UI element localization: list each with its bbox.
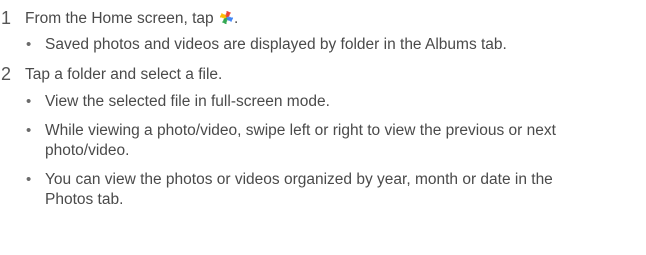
bullet-dot: • (26, 36, 32, 53)
step-instruction-text: Tap a folder and select a file. (25, 66, 223, 83)
bullet-text: You can view the photos or videos organi… (45, 171, 553, 208)
bullet-item: • Saved photos and videos are displayed … (25, 35, 646, 55)
step-2-bullets: • View the selected file in full-screen … (25, 92, 646, 210)
google-photos-pinwheel-icon (219, 10, 234, 25)
bullet-text: While viewing a photo/video, swipe left … (45, 122, 556, 159)
bullet-item: • View the selected file in full-screen … (25, 92, 646, 112)
bullet-dot: • (26, 171, 32, 188)
step-instruction: Tap a folder and select a file. (25, 66, 222, 84)
step-number: 1 (1, 8, 12, 28)
step-1-bullets: • Saved photos and videos are displayed … (25, 35, 646, 55)
step-instruction: From the Home screen, tap . (25, 10, 238, 28)
bullet-text: View the selected file in full-screen mo… (45, 93, 330, 110)
step-number: 2 (1, 64, 12, 84)
bullet-dot: • (26, 93, 32, 110)
instruction-document: 1 From the Home screen, tap . • Saved ph… (0, 0, 646, 255)
bullet-item: • While viewing a photo/video, swipe lef… (25, 121, 605, 161)
bullet-dot: • (26, 122, 32, 139)
step-instruction-text: From the Home screen, tap (25, 10, 214, 27)
bullet-text: Saved photos and videos are displayed by… (45, 36, 507, 53)
bullet-item: • You can view the photos or videos orga… (25, 170, 605, 210)
step-instruction-period: . (233, 10, 239, 27)
